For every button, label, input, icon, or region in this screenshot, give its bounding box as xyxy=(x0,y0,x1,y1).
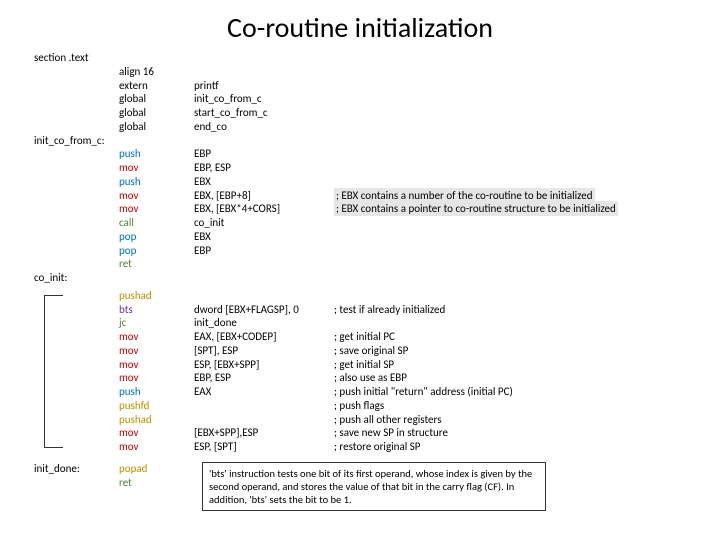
comment xyxy=(334,257,690,271)
operands: EAX, [EBX+CODEP] xyxy=(194,330,334,344)
instruction: jc xyxy=(119,316,194,330)
operands: EBX, [EBP+8] xyxy=(194,189,334,203)
instruction: mov xyxy=(119,440,194,454)
operands: [EBX+SPP],ESP xyxy=(194,426,334,440)
instruction: push xyxy=(119,175,194,189)
operands: EBX xyxy=(194,230,334,244)
operands xyxy=(194,399,334,413)
comment xyxy=(334,230,690,244)
comment xyxy=(334,175,690,189)
instruction: align 16 xyxy=(119,65,194,79)
instruction: ret xyxy=(119,476,194,490)
comment xyxy=(334,92,690,106)
instruction: mov xyxy=(119,426,194,440)
operands: EBP, ESP xyxy=(194,371,334,385)
comment: ; get initial PC xyxy=(334,330,690,344)
instruction: mov xyxy=(119,189,194,203)
comment xyxy=(334,120,690,134)
instruction: global xyxy=(119,106,194,120)
operands: ESP, [SPT] xyxy=(194,440,334,454)
instruction: pop xyxy=(119,230,194,244)
operands xyxy=(194,65,334,79)
instruction: push xyxy=(119,147,194,161)
operands: ESP, [EBX+SPP] xyxy=(194,358,334,372)
operands: start_co_from_c xyxy=(194,106,334,120)
comment xyxy=(334,216,690,230)
operands: [SPT], ESP xyxy=(194,344,334,358)
label-co-init: co_init: xyxy=(34,271,119,285)
instruction: pushad xyxy=(119,289,194,303)
instruction: pushad xyxy=(119,413,194,427)
instruction: global xyxy=(119,120,194,134)
comment: ; save new SP in structure xyxy=(334,426,690,440)
instruction: pop xyxy=(119,244,194,258)
operands xyxy=(194,413,334,427)
operands: EBP, ESP xyxy=(194,161,334,175)
page-title: Co-routine initialization xyxy=(0,0,720,51)
operands: init_co_from_c xyxy=(194,92,334,106)
comment xyxy=(334,106,690,120)
comment: ; push initial "return" address (initial… xyxy=(334,385,690,399)
brace-icon xyxy=(44,295,63,448)
code-block: section .text align 16externprintfglobal… xyxy=(0,51,720,511)
comment: ; also use as EBP xyxy=(334,371,690,385)
operands: end_co xyxy=(194,120,334,134)
operands: EBP xyxy=(194,244,334,258)
operands: EBX, [EBX*4+CORS] xyxy=(194,202,334,216)
operands: co_init xyxy=(194,216,334,230)
operands: dword [EBX+FLAGSP], 0 xyxy=(194,303,334,317)
comment xyxy=(334,244,690,258)
comment: ; EBX contains a pointer to co-routine s… xyxy=(334,202,690,216)
instruction: popad xyxy=(119,462,194,476)
comment xyxy=(334,65,690,79)
comment xyxy=(334,316,690,330)
instruction: push xyxy=(119,385,194,399)
operands xyxy=(194,289,334,303)
instruction: call xyxy=(119,216,194,230)
instruction: global xyxy=(119,92,194,106)
label-init-done: init_done: xyxy=(34,462,119,476)
bts-note: 'bts' instruction tests one bit of its f… xyxy=(202,462,546,511)
instruction: mov xyxy=(119,358,194,372)
operands: EBP xyxy=(194,147,334,161)
operands: EBX xyxy=(194,175,334,189)
comment: ; EBX contains a number of the co-routin… xyxy=(334,189,690,203)
operands: EAX xyxy=(194,385,334,399)
instruction: bts xyxy=(119,303,194,317)
label-init-co-from-c: init_co_from_c: xyxy=(34,134,119,148)
comment xyxy=(334,289,690,303)
operands xyxy=(194,257,334,271)
instruction: mov xyxy=(119,202,194,216)
operands: printf xyxy=(194,79,334,93)
instruction: mov xyxy=(119,371,194,385)
comment xyxy=(334,79,690,93)
comment: ; restore original SP xyxy=(334,440,690,454)
operands: init_done xyxy=(194,316,334,330)
comment: ; get initial SP xyxy=(334,358,690,372)
comment: ; push flags xyxy=(334,399,690,413)
comment xyxy=(334,147,690,161)
section-directive: section .text xyxy=(34,51,119,65)
instruction: extern xyxy=(119,79,194,93)
comment: ; test if already initialized xyxy=(334,303,690,317)
instruction: mov xyxy=(119,330,194,344)
instruction: pushfd xyxy=(119,399,194,413)
comment xyxy=(334,161,690,175)
comment: ; save original SP xyxy=(334,344,690,358)
instruction: ret xyxy=(119,257,194,271)
comment: ; push all other registers xyxy=(334,413,690,427)
instruction: mov xyxy=(119,161,194,175)
instruction: mov xyxy=(119,344,194,358)
